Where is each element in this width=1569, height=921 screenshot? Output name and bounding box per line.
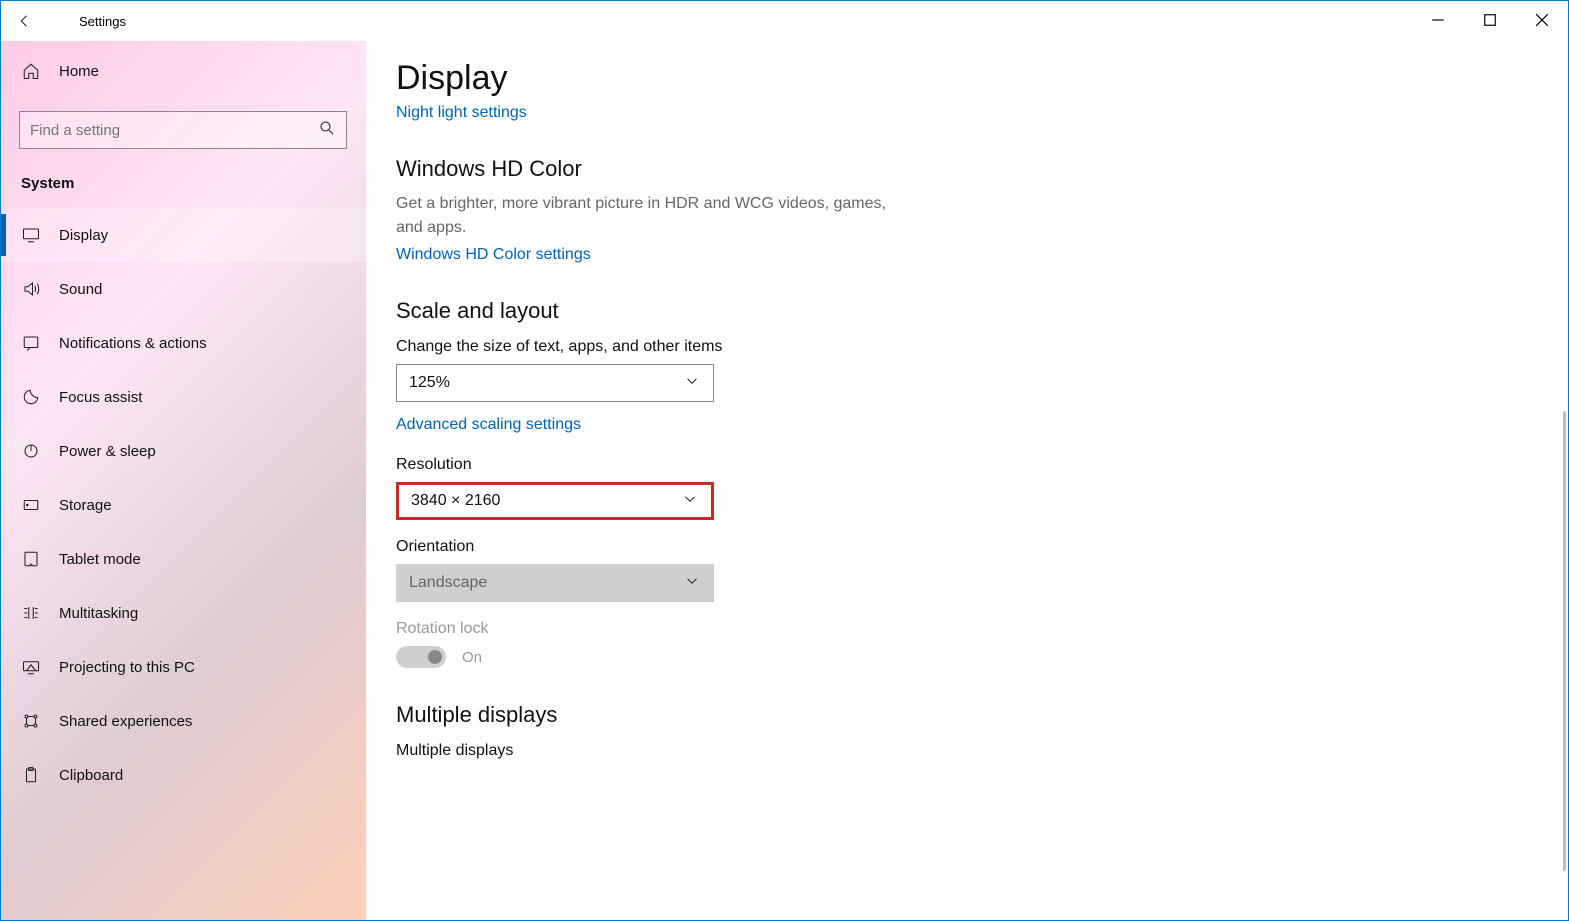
sidebar-item-power-sleep[interactable]: Power & sleep (1, 424, 366, 478)
orientation-dropdown: Landscape (396, 564, 714, 602)
arrow-left-icon (16, 12, 34, 30)
advanced-scaling-settings-link[interactable]: Advanced scaling settings (396, 416, 581, 434)
sidebar-item-home[interactable]: Home (1, 45, 366, 97)
text-size-label: Change the size of text, apps, and other… (396, 338, 1528, 356)
sidebar-item-projecting[interactable]: Projecting to this PC (1, 640, 366, 694)
orientation-label: Orientation (396, 538, 1528, 556)
sidebar-item-sound[interactable]: Sound (1, 262, 366, 316)
rotation-lock-label: Rotation lock (396, 620, 1528, 638)
sidebar-item-label: Notifications & actions (59, 335, 207, 352)
search-input[interactable] (30, 122, 318, 139)
sidebar-item-label: Power & sleep (59, 443, 156, 460)
text-size-dropdown[interactable]: 125% (396, 364, 714, 402)
sidebar-item-multitasking[interactable]: Multitasking (1, 586, 366, 640)
sidebar-item-label: Focus assist (59, 389, 142, 406)
window-controls (1412, 1, 1568, 39)
home-label: Home (59, 63, 99, 80)
sidebar-item-notifications[interactable]: Notifications & actions (1, 316, 366, 370)
multiple-displays-label: Multiple displays (396, 742, 1528, 760)
sidebar-item-tablet-mode[interactable]: Tablet mode (1, 532, 366, 586)
projecting-icon (21, 658, 41, 676)
content-pane: Display Night light settings Windows HD … (366, 41, 1568, 920)
sidebar-item-label: Storage (59, 497, 112, 514)
rotation-lock-value: On (462, 649, 482, 666)
minimize-button[interactable] (1412, 1, 1464, 39)
sound-icon (21, 280, 41, 298)
page-title: Display (396, 59, 1528, 98)
scale-and-layout-heading: Scale and layout (396, 298, 1528, 324)
notifications-icon (21, 334, 41, 352)
sidebar-item-label: Clipboard (59, 767, 123, 784)
storage-icon (21, 496, 41, 514)
toggle-knob (428, 650, 442, 664)
resolution-value: 3840 × 2160 (411, 492, 500, 510)
minimize-icon (1431, 13, 1445, 27)
sidebar-item-focus-assist[interactable]: Focus assist (1, 370, 366, 424)
sidebar: Home System Display Sound (1, 41, 366, 920)
chevron-down-icon (683, 572, 701, 595)
chevron-down-icon (681, 490, 699, 513)
multitasking-icon (21, 604, 41, 622)
rotation-lock-row: On (396, 646, 1528, 668)
sidebar-item-shared-experiences[interactable]: Shared experiences (1, 694, 366, 748)
resolution-dropdown[interactable]: 3840 × 2160 (396, 482, 714, 520)
windows-hd-color-heading: Windows HD Color (396, 156, 1528, 182)
window-title: Settings (79, 14, 126, 29)
chevron-down-icon (683, 372, 701, 395)
titlebar: Settings (1, 1, 1568, 41)
display-icon (21, 226, 41, 244)
search-input-container[interactable] (19, 111, 347, 149)
sidebar-item-label: Tablet mode (59, 551, 141, 568)
tablet-icon (21, 550, 41, 568)
windows-hd-color-desc: Get a brighter, more vibrant picture in … (396, 192, 916, 240)
maximize-button[interactable] (1464, 1, 1516, 39)
orientation-value: Landscape (409, 574, 487, 592)
windows-hd-color-settings-link[interactable]: Windows HD Color settings (396, 246, 591, 264)
search-row (1, 97, 366, 157)
sidebar-item-display[interactable]: Display (1, 208, 366, 262)
sidebar-item-label: Display (59, 227, 108, 244)
multiple-displays-heading: Multiple displays (396, 702, 1528, 728)
resolution-label: Resolution (396, 456, 1528, 474)
close-icon (1535, 13, 1549, 27)
night-light-settings-link[interactable]: Night light settings (396, 104, 527, 122)
clipboard-icon (21, 766, 41, 784)
maximize-icon (1483, 13, 1497, 27)
shared-icon (21, 712, 41, 730)
scrollbar[interactable] (1563, 411, 1566, 871)
rotation-lock-toggle (396, 646, 446, 668)
search-icon (318, 119, 336, 141)
sidebar-item-label: Sound (59, 281, 102, 298)
sidebar-item-label: Projecting to this PC (59, 659, 195, 676)
home-icon (21, 62, 41, 80)
sidebar-item-clipboard[interactable]: Clipboard (1, 748, 366, 802)
sidebar-item-storage[interactable]: Storage (1, 478, 366, 532)
power-icon (21, 442, 41, 460)
sidebar-item-label: Multitasking (59, 605, 138, 622)
close-button[interactable] (1516, 1, 1568, 39)
back-button[interactable] (5, 1, 45, 41)
sidebar-section-label: System (1, 157, 366, 202)
sidebar-nav: Display Sound Notifications & actions Fo… (1, 208, 366, 802)
settings-window: Settings Home (0, 0, 1569, 921)
focus-assist-icon (21, 388, 41, 406)
text-size-value: 125% (409, 374, 450, 392)
sidebar-item-label: Shared experiences (59, 713, 192, 730)
